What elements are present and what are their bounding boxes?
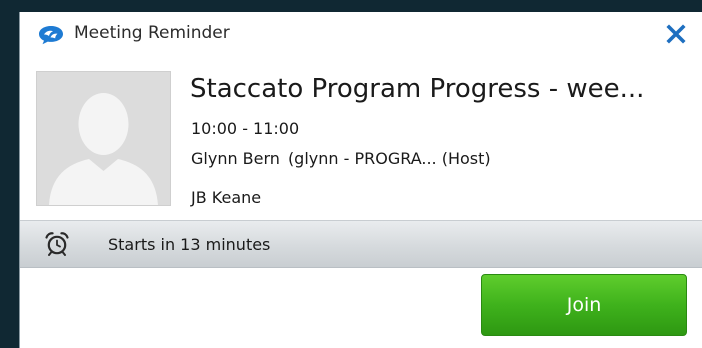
title-bar: Meeting Reminder — [20, 12, 702, 57]
lync-chat-bubble-icon — [39, 26, 63, 45]
window-title: Meeting Reminder — [74, 23, 230, 43]
organizer-name: Glynn Bern — [191, 149, 280, 168]
avatar — [36, 71, 171, 206]
meeting-title: Staccato Program Progress - wee... — [190, 74, 645, 104]
meeting-reminder-dialog: Meeting Reminder Staccato Program Progre… — [19, 12, 702, 348]
join-button[interactable]: Join — [481, 274, 687, 336]
close-icon[interactable] — [663, 21, 689, 47]
organizer: Glynn Bern (glynn - PROGRA... (Host) — [191, 149, 491, 168]
status-text: Starts in 13 minutes — [108, 235, 271, 254]
alarm-clock-icon — [45, 232, 69, 256]
status-bar: Starts in 13 minutes — [20, 220, 702, 268]
attendee-name: JB Keane — [191, 188, 262, 207]
meeting-time: 10:00 - 11:00 — [191, 119, 300, 138]
default-person-avatar — [37, 72, 170, 205]
organizer-detail: (glynn - PROGRA... (Host) — [287, 149, 491, 168]
desktop-background: Meeting Reminder Staccato Program Progre… — [0, 0, 702, 348]
